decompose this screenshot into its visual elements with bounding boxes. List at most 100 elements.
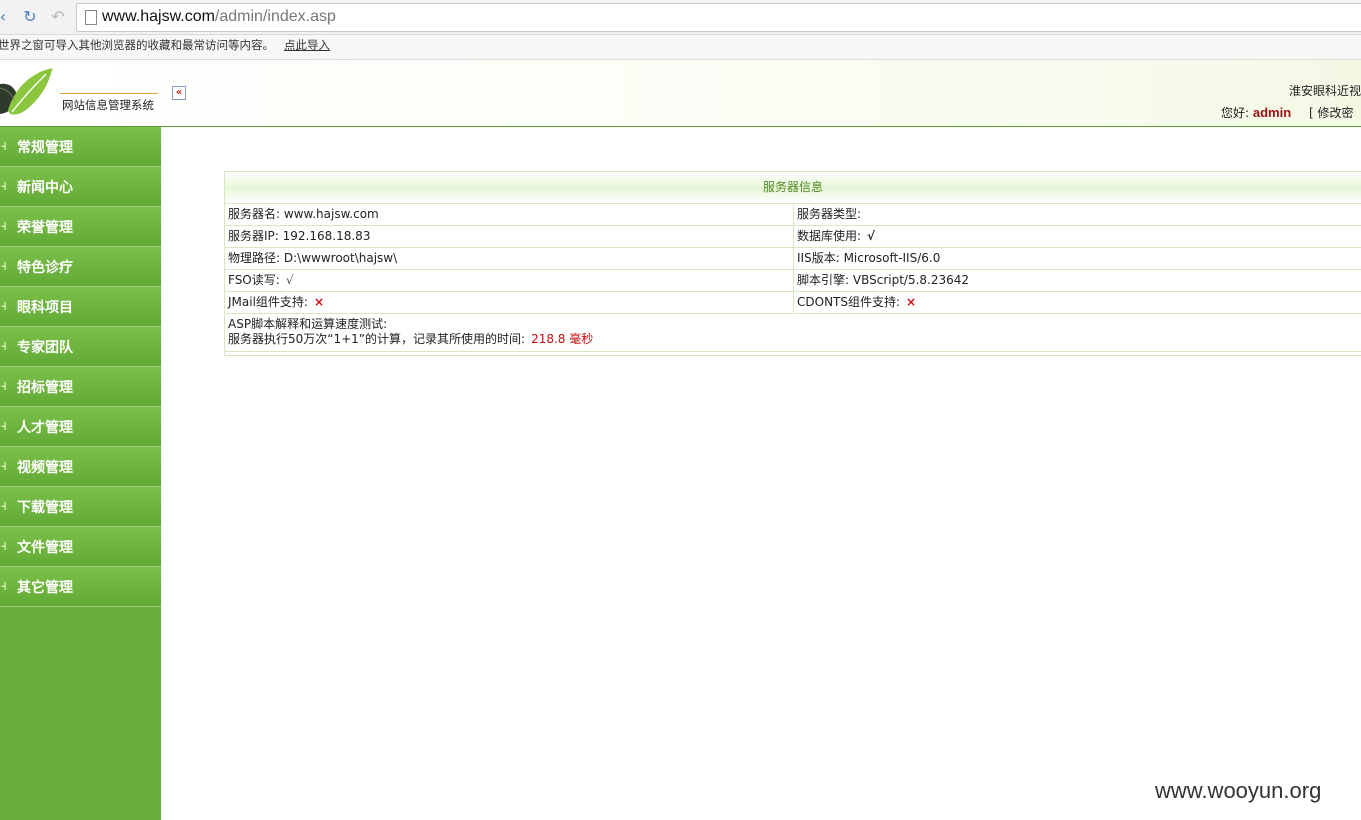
plus-icon: + <box>0 540 6 552</box>
sidebar-item-other[interactable]: + 其它管理 <box>0 567 161 607</box>
cross-icon: × <box>313 295 325 309</box>
refresh-icon[interactable]: ↻ <box>21 8 39 26</box>
sidebar-item-tenders[interactable]: + 招标管理 <box>0 367 161 407</box>
script-engine-value: VBScript/5.8.23642 <box>852 273 970 287</box>
jmail-label: JMail组件支持: <box>228 295 308 309</box>
sidebar-item-label: 视频管理 <box>17 460 73 476</box>
change-password-link[interactable]: [ 修改密 <box>1309 106 1354 120</box>
physical-path-label: 物理路径: <box>228 251 281 265</box>
sidebar-item-label: 新闻中心 <box>17 180 73 196</box>
checkmark-icon: √ <box>285 273 294 287</box>
speed-test-label: ASP脚本解释和运算速度测试: <box>228 317 388 331</box>
server-info-panel: 服务器信息 服务器名: www.hajsw.com 服务器类型: 服务器IP: … <box>224 171 1361 356</box>
jmail-cell: JMail组件支持: × <box>225 292 794 313</box>
undo-icon[interactable]: ↶ <box>49 8 67 26</box>
sidebar-item-news[interactable]: + 新闻中心 <box>0 167 161 207</box>
greeting-label: 您好: <box>1221 106 1250 120</box>
url-path: /admin/index.asp <box>214 8 336 25</box>
sidebar-item-label: 下载管理 <box>17 500 73 516</box>
script-engine-label: 脚本引擎: <box>797 273 850 287</box>
fso-label: FSO读写: <box>228 273 280 287</box>
cross-icon: × <box>906 295 917 309</box>
site-name: 淮安眼科近视 <box>1289 84 1361 98</box>
cdonts-label: CDONTS组件支持: <box>797 295 901 309</box>
script-engine-cell: 脚本引擎: VBScript/5.8.23642 <box>794 270 1361 291</box>
username: admin <box>1252 105 1292 120</box>
sidebar-item-treatments[interactable]: + 特色诊疗 <box>0 247 161 287</box>
speed-test-row: ASP脚本解释和运算速度测试: 服务器执行50万次“1+1”的计算，记录其所使用… <box>225 314 1361 352</box>
plus-icon: + <box>0 380 6 392</box>
table-row: 服务器名: www.hajsw.com 服务器类型: <box>225 204 1361 226</box>
table-row: 服务器IP: 192.168.18.83 数据库使用: √ <box>225 226 1361 248</box>
server-ip-label: 服务器IP: <box>228 229 279 243</box>
server-ip-cell: 服务器IP: 192.168.18.83 <box>225 226 794 247</box>
import-infobar: 世界之窗可导入其他浏览器的收藏和最常访问等内容。 点此导入 <box>0 35 1361 60</box>
sidebar-item-label: 人才管理 <box>17 420 73 436</box>
plus-icon: + <box>0 140 6 152</box>
checkmark-icon: √ <box>867 229 876 243</box>
plus-icon: + <box>0 580 6 592</box>
sidebar-item-downloads[interactable]: + 下载管理 <box>0 487 161 527</box>
admin-header: 网站信息管理系统 « 淮安眼科近视 您好: admin [ 修改密 <box>0 60 1361 127</box>
sidebar-item-label: 特色诊疗 <box>17 260 73 276</box>
sidebar-item-label: 眼科项目 <box>17 300 73 316</box>
speed-test-description: 服务器执行50万次“1+1”的计算，记录其所使用的时间: <box>228 332 526 346</box>
user-greeting: 您好: admin [ 修改密 <box>1221 104 1354 121</box>
server-name-cell: 服务器名: www.hajsw.com <box>225 204 794 225</box>
url-text[interactable]: www.hajsw.com/admin/index.asp <box>102 8 336 26</box>
back-icon[interactable]: ‹ <box>0 8 12 26</box>
import-link[interactable]: 点此导入 <box>284 35 330 55</box>
address-bar[interactable]: www.hajsw.com/admin/index.asp <box>76 3 1361 32</box>
collapse-sidebar-icon[interactable]: « <box>172 86 186 100</box>
plus-icon: + <box>0 220 6 232</box>
infobar-message: 世界之窗可导入其他浏览器的收藏和最常访问等内容。 <box>0 38 274 52</box>
sidebar-item-general[interactable]: + 常规管理 <box>0 127 161 167</box>
watermark: www.wooyun.org <box>1155 778 1322 803</box>
plus-icon: + <box>0 180 6 192</box>
sidebar-item-label: 其它管理 <box>17 580 73 596</box>
plus-icon: + <box>0 500 6 512</box>
cdonts-cell: CDONTS组件支持: × <box>794 292 1361 313</box>
plus-icon: + <box>0 260 6 272</box>
server-type-cell: 服务器类型: <box>794 204 1361 225</box>
server-info-title: 服务器信息 <box>225 172 1361 204</box>
url-host: www.hajsw.com <box>102 8 215 25</box>
table-row: FSO读写: √ 脚本引擎: VBScript/5.8.23642 <box>225 270 1361 292</box>
sidebar-item-label: 常规管理 <box>17 140 73 156</box>
database-cell: 数据库使用: √ <box>794 226 1361 247</box>
iis-version-value: Microsoft-IIS/6.0 <box>843 251 941 265</box>
speed-test-time: 218.8 毫秒 <box>531 332 594 346</box>
server-ip-value: 192.168.18.83 <box>282 229 371 243</box>
sidebar-item-files[interactable]: + 文件管理 <box>0 527 161 567</box>
speed-test-result: 服务器执行50万次“1+1”的计算，记录其所使用的时间: 218.8 毫秒 <box>228 332 1361 347</box>
sidebar-item-honors[interactable]: + 荣誉管理 <box>0 207 161 247</box>
sidebar-item-eye-projects[interactable]: + 眼科项目 <box>0 287 161 327</box>
page-icon <box>85 10 97 25</box>
sidebar-item-label: 荣誉管理 <box>17 220 73 236</box>
physical-path-cell: 物理路径: D:\wwwroot\hajsw\ <box>225 248 794 269</box>
sidebar-item-video[interactable]: + 视频管理 <box>0 447 161 487</box>
system-name: 网站信息管理系统 <box>62 98 154 112</box>
logo-divider <box>60 93 158 94</box>
table-row: 物理路径: D:\wwwroot\hajsw\ IIS版本: Microsoft… <box>225 248 1361 270</box>
server-name-value: www.hajsw.com <box>283 207 379 221</box>
browser-toolbar: ‹ ↻ ↶ www.hajsw.com/admin/index.asp <box>0 0 1361 35</box>
sidebar-item-label: 专家团队 <box>17 340 73 356</box>
plus-icon: + <box>0 340 6 352</box>
server-type-label: 服务器类型: <box>797 207 862 221</box>
sidebar: + 常规管理 + 新闻中心 + 荣誉管理 + 特色诊疗 + 眼科项目 + 专家团队 + 招标管… <box>0 127 161 820</box>
table-row: JMail组件支持: × CDONTS组件支持: × <box>225 292 1361 314</box>
plus-icon: + <box>0 300 6 312</box>
sidebar-item-label: 招标管理 <box>17 380 73 396</box>
physical-path-value: D:\wwwroot\hajsw\ <box>283 251 398 265</box>
sidebar-item-label: 文件管理 <box>17 540 73 556</box>
server-name-label: 服务器名: <box>228 207 281 221</box>
plus-icon: + <box>0 420 6 432</box>
plus-icon: + <box>0 460 6 472</box>
fso-cell: FSO读写: √ <box>225 270 794 291</box>
iis-version-cell: IIS版本: Microsoft-IIS/6.0 <box>794 248 1361 269</box>
database-label: 数据库使用: <box>797 229 862 243</box>
iis-version-label: IIS版本: <box>797 251 840 265</box>
sidebar-item-talent[interactable]: + 人才管理 <box>0 407 161 447</box>
sidebar-item-experts[interactable]: + 专家团队 <box>0 327 161 367</box>
